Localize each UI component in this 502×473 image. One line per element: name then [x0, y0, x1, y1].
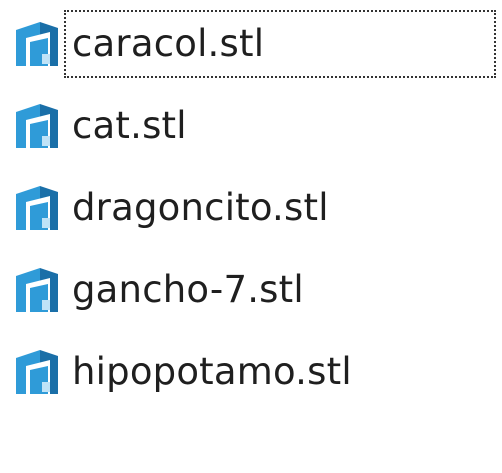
file-name: cat.stl — [72, 104, 187, 147]
3d-model-file-icon — [8, 344, 66, 400]
file-name: caracol.stl — [64, 10, 496, 78]
file-name: dragoncito.stl — [72, 186, 329, 229]
file-item-dragoncito[interactable]: dragoncito.stl — [8, 172, 496, 244]
3d-model-file-icon — [8, 180, 66, 236]
file-list: caracol.stl cat.stl dragoncito.stl ganch… — [0, 0, 502, 473]
3d-model-file-icon — [8, 262, 66, 318]
3d-model-file-icon — [8, 16, 66, 72]
3d-model-file-icon — [8, 98, 66, 154]
file-item-caracol[interactable]: caracol.stl — [8, 8, 496, 80]
file-item-cat[interactable]: cat.stl — [8, 90, 496, 162]
file-name: hipopotamo.stl — [72, 350, 352, 393]
file-name: gancho-7.stl — [72, 268, 304, 311]
file-item-gancho-7[interactable]: gancho-7.stl — [8, 254, 496, 326]
file-item-hipopotamo[interactable]: hipopotamo.stl — [8, 336, 496, 408]
